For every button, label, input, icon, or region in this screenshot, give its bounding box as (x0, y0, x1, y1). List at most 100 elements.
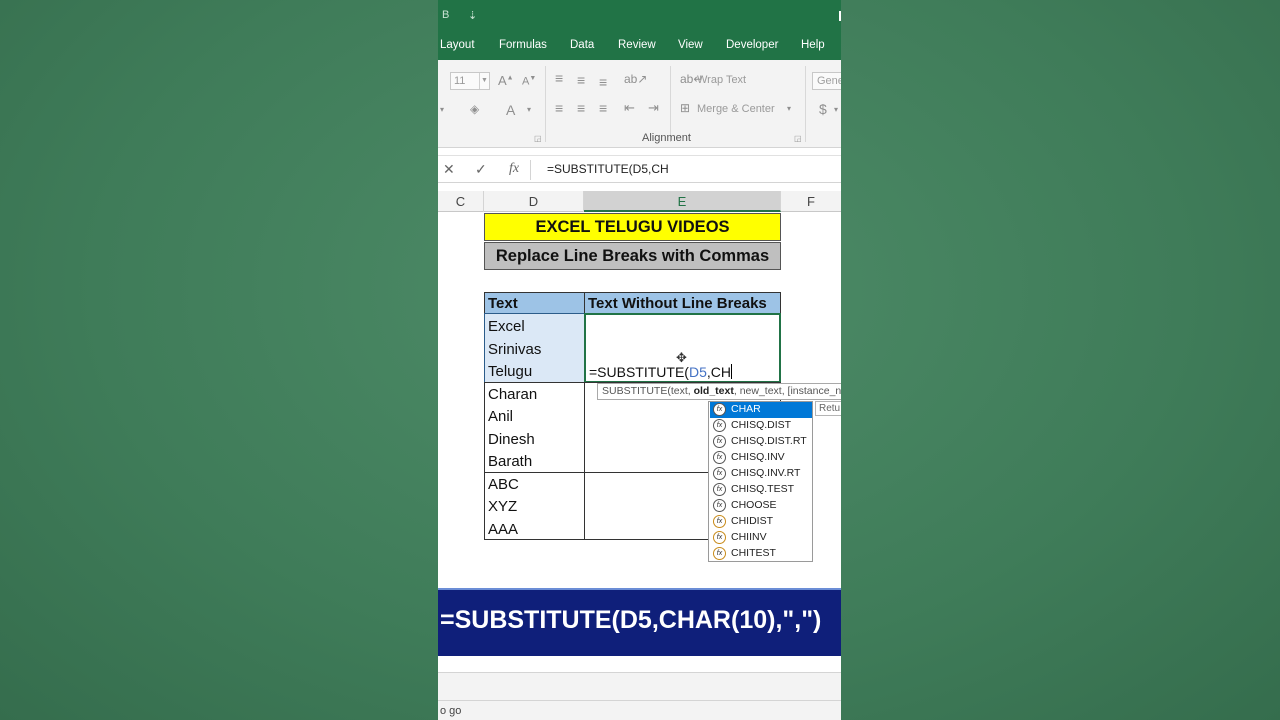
font-launcher-icon[interactable]: ◲ (534, 134, 542, 143)
wrap-text-button[interactable]: Wrap Text (697, 74, 746, 86)
number-format-select[interactable]: Gene (812, 72, 841, 90)
cell-text-line: XYZ (488, 498, 518, 515)
cell-text-line: Srinivas (488, 341, 542, 358)
tab-review[interactable]: Review (618, 39, 656, 51)
compat-function-icon: fx (713, 515, 726, 528)
function-icon: fx (713, 499, 726, 512)
cancel-icon[interactable]: ✕ (443, 161, 455, 178)
enter-icon[interactable]: ✓ (475, 161, 487, 178)
align-bottom-icon[interactable]: ≡ (599, 74, 607, 90)
tab-view[interactable]: View (678, 39, 703, 51)
currency-dropdown-icon[interactable]: ▾ (834, 105, 838, 114)
currency-icon[interactable]: $ (819, 101, 827, 117)
ribbon-tabs: Layout Formulas Data Review View Develop… (438, 33, 841, 60)
cell-d5[interactable]: Excel Srinivas Telugu (484, 313, 585, 383)
function-icon: fx (713, 483, 726, 496)
autocomplete-item[interactable]: fx CHISQ.DIST.RT (710, 434, 812, 450)
title-bar: B ⇣ (438, 0, 841, 33)
autocomplete-item[interactable]: fx CHIDIST (710, 514, 812, 530)
banner-title[interactable]: EXCEL TELUGU VIDEOS (484, 213, 781, 241)
autocomplete-item[interactable]: fx CHISQ.TEST (710, 482, 812, 498)
cell-text-line: Excel (488, 318, 525, 335)
tab-layout[interactable]: Layout (440, 39, 475, 51)
font-size-select[interactable]: 11 ▼ (450, 72, 490, 90)
cell-d7[interactable]: ABC XYZ AAA (484, 472, 585, 540)
ribbon-separator (545, 66, 546, 142)
align-center-icon[interactable]: ≡ (577, 100, 585, 116)
excel-window: B ⇣ Layout Formulas Data Review View Dev… (438, 0, 841, 720)
cell-cursor-icon: ✥ (676, 350, 687, 365)
autocomplete-item-label: CHIDIST (731, 515, 773, 527)
tab-formulas[interactable]: Formulas (499, 39, 547, 51)
autocomplete-item-label: CHISQ.TEST (731, 483, 795, 495)
autocomplete-item[interactable]: fx CHISQ.INV.RT (710, 466, 812, 482)
text-caret (731, 364, 732, 379)
cell-text-line: Barath (488, 453, 533, 470)
autocomplete-item-label: CHOOSE (731, 499, 777, 511)
insert-function-icon[interactable]: fx (509, 161, 519, 177)
autocomplete-item-label: CHISQ.DIST.RT (731, 435, 807, 447)
banner-subtitle[interactable]: Replace Line Breaks with Commas (484, 242, 781, 270)
fill-color-icon[interactable]: ◈ (470, 102, 479, 116)
autocomplete-item[interactable]: fx CHISQ.INV (710, 450, 812, 466)
column-header-e[interactable]: E (584, 191, 781, 212)
ribbon: 11 ▼ A▲ A▼ ▾ ◈ A ▾ ◲ ≡ ≡ ≡ ab↗ ≡ ≡ ≡ ⇤ ⇥… (438, 60, 841, 148)
decrease-font-icon[interactable]: A▼ (522, 75, 536, 88)
merge-dropdown-icon[interactable]: ▾ (787, 104, 791, 113)
function-tooltip: SUBSTITUTE(text, old_text, new_text, [in… (597, 383, 841, 400)
align-right-icon[interactable]: ≡ (599, 100, 607, 116)
merge-center-button[interactable]: Merge & Center (697, 103, 775, 115)
qat-customize-icon[interactable]: ⇣ (468, 9, 477, 22)
font-dropdown-icon[interactable]: ▾ (440, 105, 444, 114)
function-icon: fx (713, 467, 726, 480)
tab-help[interactable]: Help (801, 39, 825, 51)
cell-text-line: Charan (488, 386, 538, 403)
header-cell-text[interactable]: Text (484, 292, 585, 314)
ribbon-separator (805, 66, 806, 142)
function-icon: fx (713, 419, 726, 432)
autocomplete-item[interactable]: fx CHITEST (710, 546, 812, 562)
header-cell-result[interactable]: Text Without Line Breaks (584, 292, 781, 314)
edit-reference: D5 (688, 364, 707, 380)
column-header-f[interactable]: F (781, 191, 841, 212)
increase-font-icon[interactable]: A▲ (498, 73, 514, 88)
decrease-indent-icon[interactable]: ⇤ (624, 100, 635, 116)
orientation-icon[interactable]: ab↗ (624, 72, 647, 86)
align-middle-icon[interactable]: ≡ (577, 72, 585, 88)
alignment-group-label: Alignment (642, 132, 691, 144)
tooltip-suffix: , new_text, [instance_n (733, 385, 841, 397)
formula-input[interactable]: =SUBSTITUTE(D5,CH (547, 162, 669, 176)
compat-function-icon: fx (713, 547, 726, 560)
font-color-dropdown-icon[interactable]: ▾ (527, 105, 531, 114)
autocomplete-item[interactable]: fx CHISQ.DIST (710, 418, 812, 434)
align-top-icon[interactable]: ≡ (555, 70, 563, 86)
qat-bold-icon[interactable]: B (442, 9, 449, 21)
align-left-icon[interactable]: ≡ (555, 100, 563, 116)
column-headers: C D E F (438, 191, 841, 212)
cell-d6[interactable]: Charan Anil Dinesh Barath (484, 382, 585, 473)
font-color-icon[interactable]: A (506, 102, 515, 118)
edit-suffix: ,CH (706, 364, 731, 380)
alignment-launcher-icon[interactable]: ◲ (794, 134, 802, 143)
increase-indent-icon[interactable]: ⇥ (648, 100, 659, 116)
autocomplete-item[interactable]: fx CHIINV (710, 530, 812, 546)
autocomplete-item-label: CHITEST (731, 547, 776, 559)
formula-bar-separator (530, 160, 531, 180)
function-autocomplete-list: fx CHAR fx CHISQ.DIST fx CHISQ.DIST.RT fx CHISQ… (708, 401, 813, 562)
column-header-d[interactable]: D (484, 191, 584, 212)
tab-developer[interactable]: Developer (726, 39, 778, 51)
window-edge (839, 11, 841, 21)
status-text: o go (440, 705, 462, 717)
autocomplete-item[interactable]: fx CHAR (710, 402, 812, 418)
number-format-value: Gene (817, 75, 841, 87)
function-icon: fx (713, 403, 726, 416)
column-header-c[interactable]: C (438, 191, 484, 212)
edit-prefix: =SUBSTITUTE( (589, 364, 689, 380)
cell-edit-formula[interactable]: =SUBSTITUTE(D5,CH (589, 364, 732, 380)
tooltip-prefix: SUBSTITUTE(text, (602, 385, 694, 397)
cell-e5-editing[interactable]: =SUBSTITUTE(D5,CH (584, 313, 781, 383)
compat-function-icon: fx (713, 531, 726, 544)
tab-data[interactable]: Data (570, 39, 594, 51)
autocomplete-item[interactable]: fx CHOOSE (710, 498, 812, 514)
function-icon: fx (713, 451, 726, 464)
